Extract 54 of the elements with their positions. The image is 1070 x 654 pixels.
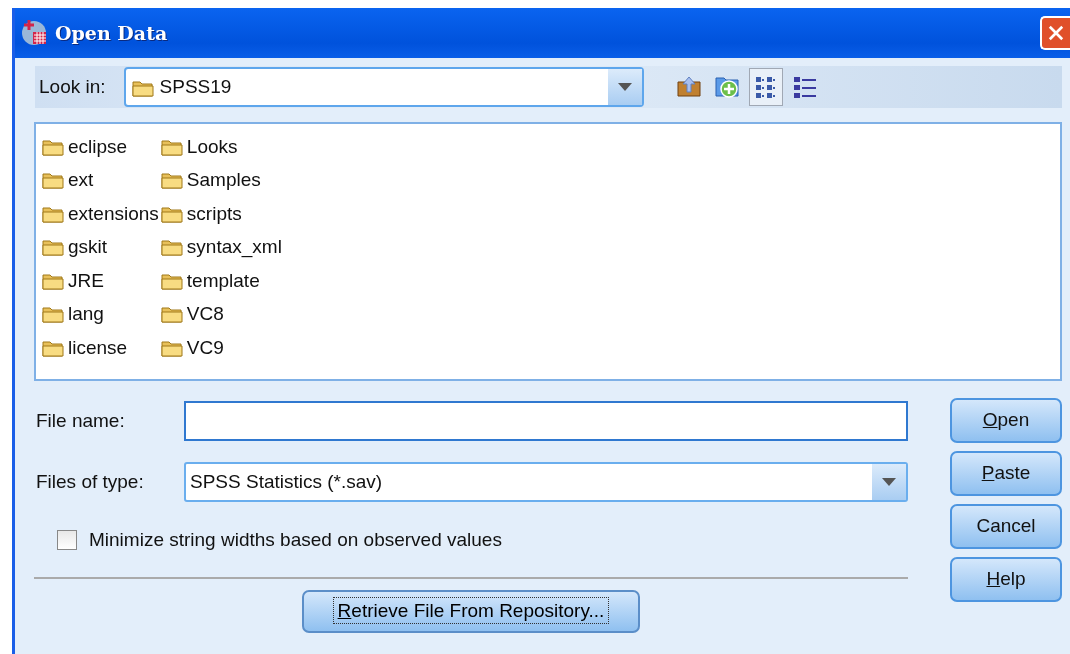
folder-name[interactable]: scripts [186,199,242,228]
look-in-value: SPSS19 [159,74,232,99]
folder-name[interactable]: JRE [68,266,104,295]
checkbox-label: Minimize string widths based on observed values [89,528,502,552]
checkbox[interactable] [57,530,77,551]
close-button[interactable] [1040,16,1070,50]
new-folder-icon [714,74,741,100]
folder-name[interactable]: eclipse [68,132,128,161]
folder-icon [42,204,64,223]
folder-name[interactable]: ext [68,166,94,195]
folder-name[interactable]: VC9 [186,333,224,362]
window-title: Open Data [55,20,168,46]
retrieve-button[interactable]: Retrieve File From Repository... [302,589,640,633]
folder-icon [131,78,154,97]
folder-icon [160,338,183,357]
folder-icon [160,271,183,290]
folder-name[interactable]: gskit [68,233,108,262]
details-view-icon [791,74,818,100]
dialog-button[interactable]: Help [950,557,1062,602]
folder-name[interactable]: lang [68,300,104,329]
file-type-value: SPSS Statistics (*.sav) [190,469,383,494]
folder-icon [42,271,64,290]
close-icon [1048,24,1064,42]
caret-icon [617,83,632,91]
folder-name[interactable]: template [186,266,260,295]
caret-icon [882,478,896,486]
dialog-button[interactable]: Cancel [950,504,1062,549]
files-of-type-dropdown[interactable]: SPSS Statistics (*.sav) [184,462,908,502]
folder-name[interactable]: extensions [68,199,159,228]
folder-icon [42,338,64,357]
file-name-field[interactable] [184,401,908,441]
folder-icon [160,137,183,156]
folder-icon [42,238,64,257]
dialog-button[interactable]: Open [950,398,1062,443]
look-in-dropdown[interactable]: SPSS19 [123,67,644,107]
folder-icon [42,137,64,156]
view-button[interactable] [749,68,784,106]
app-icon [21,19,49,47]
folder-icon [160,204,183,223]
files-of-type-label: Files of type: [35,469,145,494]
folder-icon [160,238,183,257]
folder-name[interactable]: Samples [186,166,261,195]
file-name-label: File name: [35,408,126,433]
folder-icon [160,305,183,324]
folder-icon [160,171,183,190]
folder-icon [42,305,64,324]
folder-icon [42,171,64,190]
folder-name[interactable]: Looks [186,132,238,161]
folder-name[interactable]: license [68,333,128,362]
look-in-label: Look in: [38,74,107,99]
dialog-button[interactable]: Paste [950,451,1062,496]
folder-name[interactable]: VC8 [186,300,224,329]
up-folder-icon [675,74,702,100]
folder-name[interactable]: syntax_xml [186,233,282,262]
